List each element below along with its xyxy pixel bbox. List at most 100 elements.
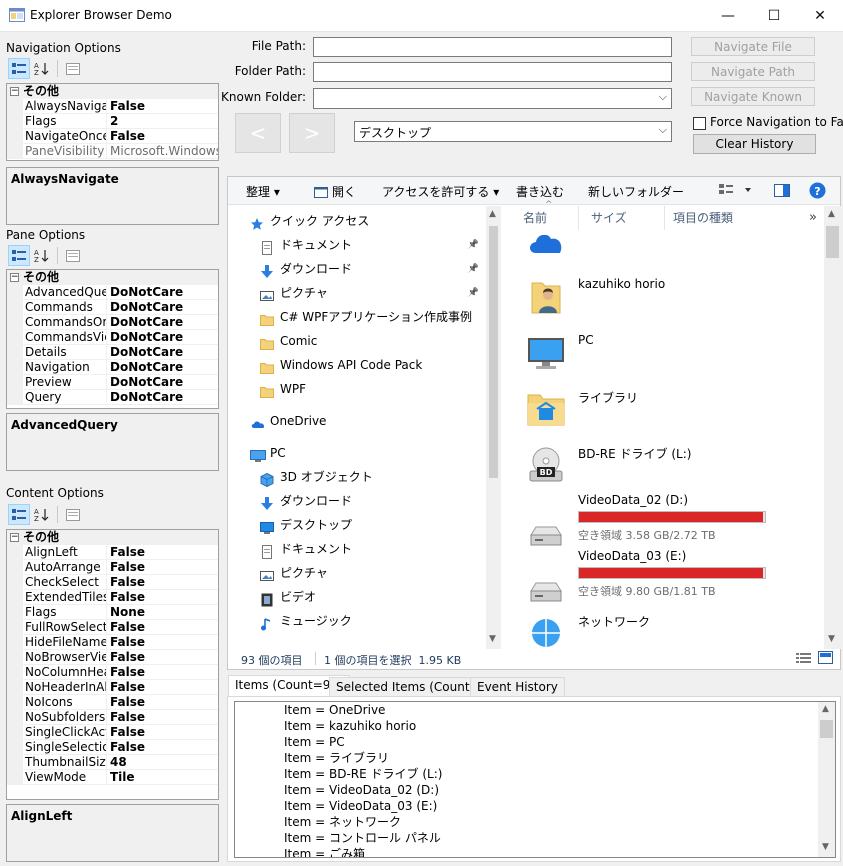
property-row[interactable]: HideFileNames False [7,635,218,650]
property-row[interactable]: Flags 2 [7,114,218,129]
property-row[interactable]: NoHeaderInAllVFalse [7,680,218,695]
property-row[interactable]: Navigation DoNotCare [7,360,218,375]
tree-item[interactable]: ドキュメント 📌 [260,233,483,257]
items-listbox[interactable]: ▲ ▼ Item = OneDrive Item = kazuhiko horio… [234,701,836,858]
organize-button[interactable]: 整理 ▾ [246,183,280,200]
property-value[interactable]: False [107,680,218,695]
tree-item[interactable]: Windows API Code Pack [260,353,483,377]
scroll-up-icon[interactable]: ▲ [489,209,496,219]
categorized-icon[interactable] [8,58,30,79]
tree-item[interactable]: ドキュメント [260,537,483,561]
property-value[interactable]: False [107,650,218,665]
tree-scroll-thumb[interactable] [489,226,498,478]
tree-item[interactable]: ビデオ [260,585,483,609]
categorized-icon[interactable] [8,504,30,525]
maximize-button[interactable]: ☐ [751,0,797,31]
property-value[interactable]: False [107,129,218,144]
more-columns-icon[interactable]: » [809,210,817,225]
property-row[interactable]: ThumbnailSize 48 [7,755,218,770]
property-row[interactable]: NoSubfolders False [7,710,218,725]
property-row[interactable]: Query DoNotCare [7,390,218,405]
property-value[interactable]: DoNotCare [107,285,218,300]
list-item[interactable]: Item = PC [284,734,345,750]
property-row[interactable]: FullRowSelect False [7,620,218,635]
tab-event-history[interactable]: Event History [470,677,565,697]
view-options-icon[interactable] [719,184,753,199]
folder-path-input[interactable] [313,62,672,82]
list-item[interactable]: Item = VideoData_03 (E:) [284,798,437,814]
tree-item[interactable]: Comic [260,329,483,353]
tree-item[interactable]: 3D オブジェクト [260,465,483,489]
list-item[interactable]: ネットワーク [506,605,806,649]
close-button[interactable]: ✕ [797,0,843,31]
pin-icon[interactable]: 📌 [468,281,479,305]
property-value[interactable]: False [107,635,218,650]
property-value[interactable]: False [107,545,218,560]
sort-az-icon[interactable]: AZ [31,58,53,79]
category-header[interactable]: − その他 [7,530,218,545]
clear-history-button[interactable]: Clear History [693,134,816,154]
property-value[interactable]: False [107,665,218,680]
new-folder-button[interactable]: 新しいフォルダー [588,183,684,200]
property-value[interactable]: False [107,99,218,114]
scroll-up-icon[interactable]: ▲ [828,209,835,219]
list-item[interactable]: VideoData_03 (E:) 空き領域 9.80 GB/1.81 TB [506,549,806,605]
property-value[interactable]: Microsoft.WindowsAPI [107,144,218,159]
property-row[interactable]: SingleClickActi False [7,725,218,740]
tree-item[interactable]: C# WPFアプリケーション作成事例 [260,305,483,329]
property-row[interactable]: CommandsOrgaDoNotCare [7,315,218,330]
column-size[interactable]: サイズ [585,206,665,230]
property-row[interactable]: NoBrowserViewFalse [7,650,218,665]
tree-item[interactable]: PC [250,441,483,465]
property-row[interactable]: AutoArrange False [7,560,218,575]
property-row[interactable]: Preview DoNotCare [7,375,218,390]
category-header[interactable]: − その他 [7,270,218,285]
property-row[interactable]: NoColumnHeadFalse [7,665,218,680]
tree-item[interactable]: ダウンロード 📌 [260,257,483,281]
share-button[interactable]: アクセスを許可する ▾ [382,183,499,200]
location-select[interactable]: デスクトップ ⌵ [354,121,672,142]
tree-item[interactable]: WPF [260,377,483,401]
list-item[interactable]: Item = BD-RE ドライブ (L:) [284,766,442,782]
items-scrollbar[interactable]: ▲ ▼ [824,206,841,649]
property-pages-icon[interactable] [62,58,84,79]
property-value[interactable]: False [107,590,218,605]
property-row[interactable]: AdvancedQueryDoNotCare [7,285,218,300]
property-row[interactable]: CheckSelect False [7,575,218,590]
navigate-file-button[interactable]: Navigate File [691,37,815,56]
property-row[interactable]: Commands DoNotCare [7,300,218,315]
collapse-icon[interactable]: − [10,87,19,96]
minimize-button[interactable]: — [705,0,751,31]
property-value[interactable]: DoNotCare [107,360,218,375]
property-row[interactable]: ViewMode Tile [7,770,218,785]
scroll-down-icon[interactable]: ▼ [489,634,496,644]
sort-az-icon[interactable]: AZ [31,245,53,266]
navigate-known-button[interactable]: Navigate Known [691,87,815,106]
open-button[interactable]: 開く [314,183,356,200]
property-value[interactable]: False [107,620,218,635]
burn-button[interactable]: 書き込む [516,183,564,200]
scroll-down-icon[interactable]: ▼ [828,634,835,644]
items-scroll-thumb[interactable] [826,226,839,258]
property-pages-icon[interactable] [62,504,84,525]
property-value[interactable]: None [107,605,218,620]
preview-pane-icon[interactable] [774,184,790,200]
property-value[interactable]: DoNotCare [107,375,218,390]
property-value[interactable]: Tile [107,770,218,785]
navigate-path-button[interactable]: Navigate Path [691,62,815,81]
list-item[interactable]: Item = ライブラリ [284,750,389,766]
property-row[interactable]: Flags None [7,605,218,620]
property-row[interactable]: ExtendedTiles False [7,590,218,605]
property-row[interactable]: PaneVisibilityMicrosoft.WindowsAPI [7,144,218,159]
list-item[interactable]: Item = コントロール パネル [284,830,441,846]
list-item[interactable]: kazuhiko horio [506,269,806,325]
property-row[interactable]: AlignLeft False [7,545,218,560]
forward-button[interactable]: > [289,113,335,153]
category-header[interactable]: − その他 [7,84,218,99]
list-item[interactable]: Item = OneDrive [284,702,385,718]
sort-az-icon[interactable]: AZ [31,504,53,525]
property-row[interactable]: SingleSelectionFalse [7,740,218,755]
list-item[interactable]: Item = VideoData_02 (D:) [284,782,439,798]
tree-item[interactable]: OneDrive [250,409,483,433]
property-value[interactable]: 48 [107,755,218,770]
